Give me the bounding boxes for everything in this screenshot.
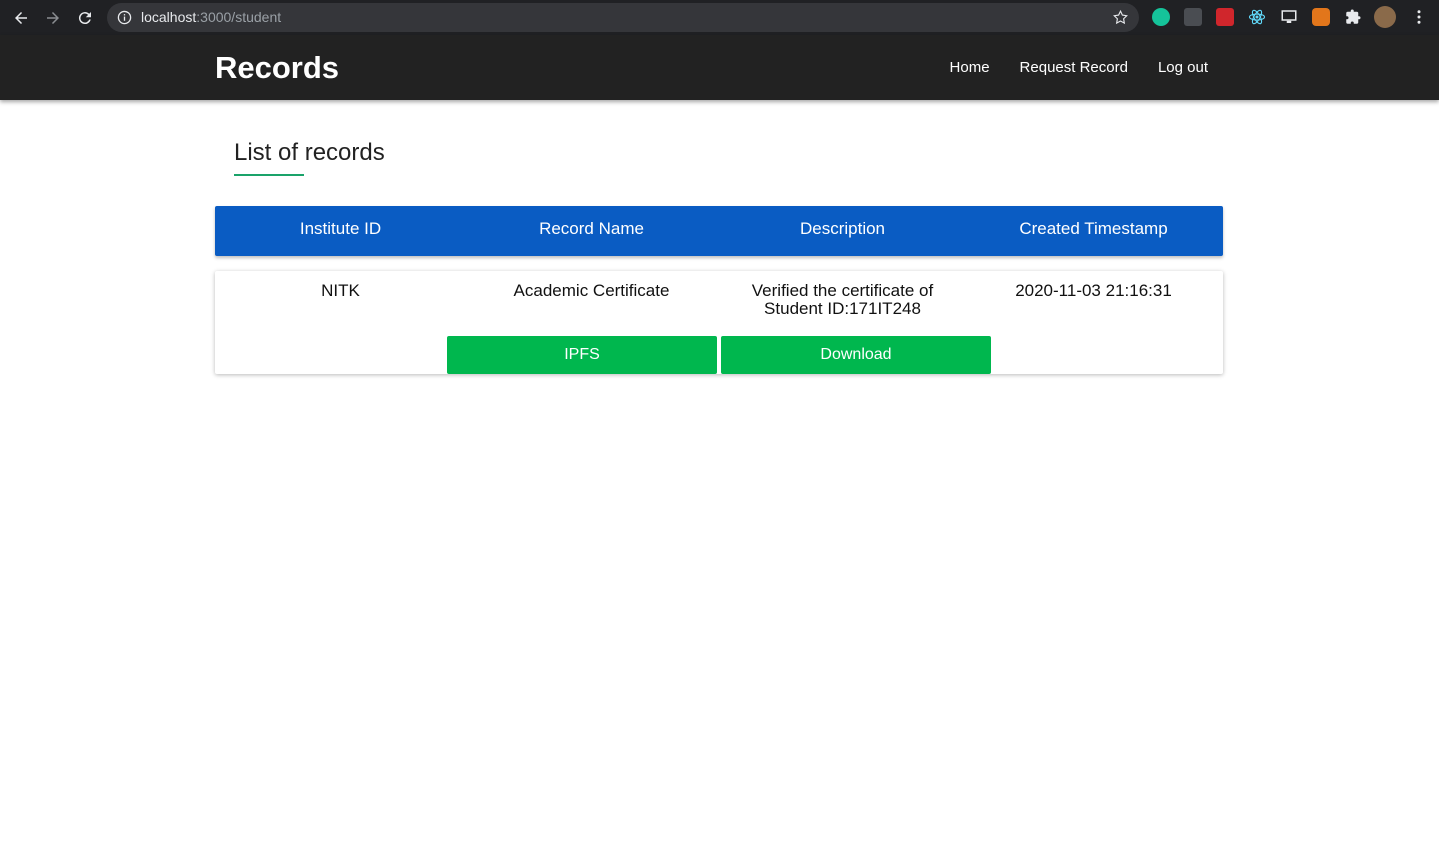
app-navbar: Records Home Request Record Log out [0, 35, 1439, 100]
cell-created-timestamp: 2020-11-03 21:16:31 [1015, 281, 1172, 300]
grammarly-extension-icon[interactable] [1152, 8, 1170, 26]
column-header-institute-id: Institute ID [299, 219, 382, 238]
title-underline [234, 174, 304, 176]
url-text: localhost:3000/student [141, 9, 281, 25]
column-header-record-name: Record Name [539, 219, 644, 238]
nav-links: Home Request Record Log out [950, 59, 1208, 76]
browser-menu-icon[interactable] [1410, 8, 1428, 26]
cell-description: Verified the certificate of Student ID:1… [717, 282, 968, 318]
extension-icon-red[interactable] [1216, 8, 1234, 26]
url-path: :3000/student [196, 9, 282, 25]
address-bar[interactable]: localhost:3000/student [107, 3, 1139, 32]
brand-title[interactable]: Records [215, 50, 339, 86]
metamask-extension-icon[interactable] [1312, 8, 1330, 26]
reload-icon[interactable] [73, 6, 97, 30]
browser-toolbar: localhost:3000/student [0, 0, 1439, 35]
column-header-created-timestamp: Created Timestamp [1019, 219, 1168, 238]
extension-icon[interactable] [1184, 8, 1202, 26]
table-header: Institute ID Record Name Description Cre… [215, 206, 1223, 256]
bookmark-star-icon[interactable] [1112, 9, 1129, 26]
profile-avatar[interactable] [1374, 6, 1396, 28]
puzzle-extensions-icon[interactable] [1344, 8, 1362, 26]
react-devtools-icon[interactable] [1248, 8, 1266, 26]
description-line-2: Student ID:171IT248 [764, 299, 921, 318]
column-header-description: Description [799, 219, 886, 238]
nav-logout-link[interactable]: Log out [1158, 59, 1208, 76]
description-line-1: Verified the certificate of [751, 281, 934, 300]
nav-home-link[interactable]: Home [950, 59, 990, 76]
nav-request-record-link[interactable]: Request Record [1020, 59, 1128, 76]
page-title: List of records [234, 139, 385, 166]
url-host: localhost [141, 9, 197, 25]
download-button[interactable]: Download [721, 336, 991, 374]
ipfs-button[interactable]: IPFS [447, 336, 717, 374]
info-icon[interactable] [117, 10, 132, 25]
table-row: NITK Academic Certificate Verified the c… [215, 271, 1223, 374]
cell-institute-id: NITK [321, 281, 360, 300]
cell-record-name: Academic Certificate [513, 281, 670, 300]
forward-icon[interactable] [41, 6, 65, 30]
monitor-extension-icon[interactable] [1280, 8, 1298, 26]
back-icon[interactable] [9, 6, 33, 30]
